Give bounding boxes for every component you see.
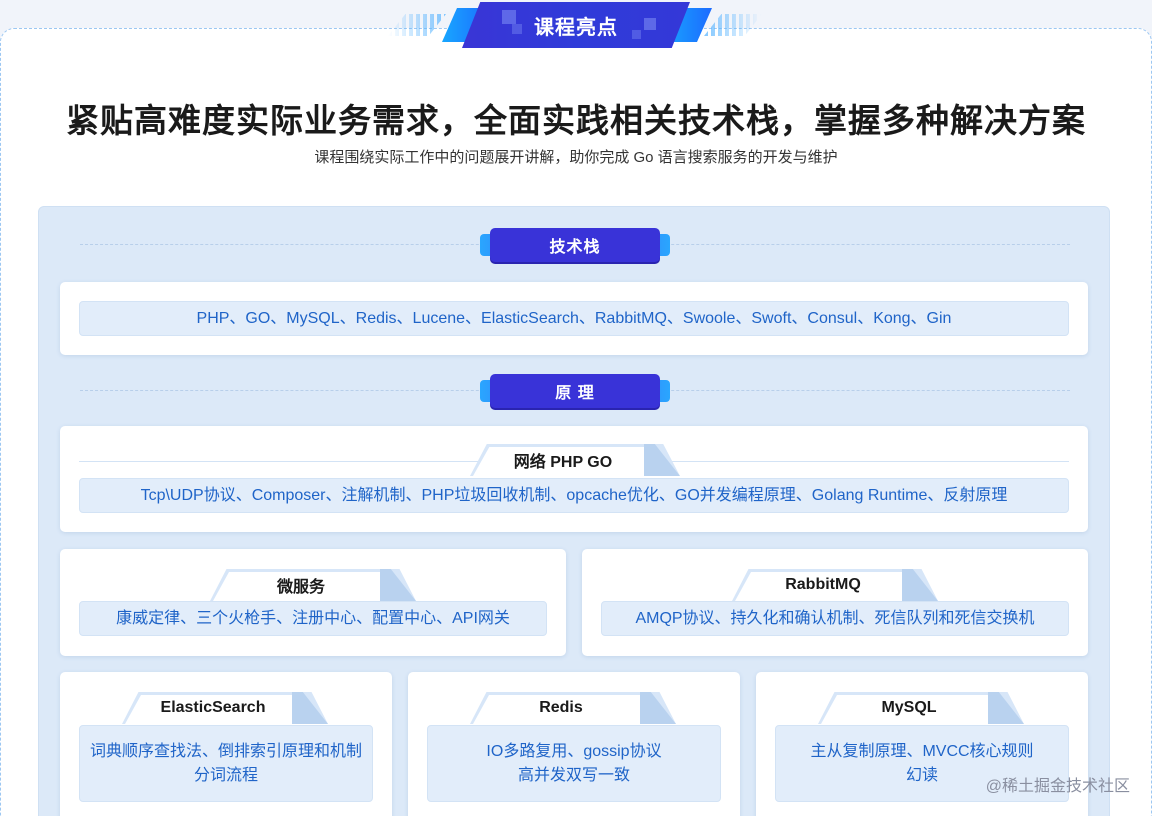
card-text-line: 主从复制原理、MVCC核心规则: [810, 742, 1034, 760]
ribbon-stripes-right: [704, 14, 762, 36]
section-tag-principles: 原 理: [480, 374, 670, 408]
card-tab-network: 网络 PHP GO: [470, 444, 680, 476]
ribbon-title: 课程亮点: [534, 16, 618, 39]
card-tab-microservice: 微服务: [210, 569, 416, 601]
page-subtitle: 课程围绕实际工作中的问题展开讲解，助你完成 Go 语言搜索服务的开发与维护: [314, 149, 838, 166]
card-content-network: Tcp\UDP协议、Composer、注解机制、PHP垃圾回收机制、opcach…: [79, 478, 1069, 513]
section-label-principles: 原 理: [490, 374, 660, 408]
tech-stack-content: PHP、GO、MySQL、Redis、Lucene、ElasticSearch、…: [79, 301, 1069, 336]
card-elasticsearch: ElasticSearch 词典顺序查找法、倒排索引原理和机制 分词流程: [60, 672, 392, 816]
ribbon-stripes-left: [388, 14, 446, 36]
card-text-line: 词典顺序查找法、倒排索引原理和机制: [89, 742, 362, 760]
card-rabbitmq: RabbitMQ AMQP协议、持久化和确认机制、死信队列和死信交换机: [582, 549, 1088, 656]
card-tab-rabbitmq: RabbitMQ: [732, 569, 938, 601]
card-content-redis: IO多路复用、gossip协议 高并发双写一致: [427, 725, 721, 802]
page-headline: 紧贴高难度实际业务需求，全面实践相关技术栈，掌握多种解决方案: [66, 102, 1086, 139]
watermark: @稀土掘金技术社区: [985, 778, 1130, 795]
card-tech-stack: PHP、GO、MySQL、Redis、Lucene、ElasticSearch、…: [60, 282, 1088, 355]
card-tab-redis: Redis: [470, 692, 676, 724]
card-tab-elasticsearch: ElasticSearch: [122, 692, 328, 724]
card-text-line: 幻读: [905, 766, 938, 784]
card-text-line: 分词流程: [193, 766, 258, 784]
section-ribbon: 课程亮点: [0, 0, 1152, 50]
card-title-network: 网络 PHP GO: [513, 454, 613, 471]
card-microservice: 微服务 康威定律、三个火枪手、注册中心、配置中心、API网关: [60, 549, 566, 656]
card-title-rabbitmq: RabbitMQ: [785, 576, 861, 593]
card-content-microservice: 康威定律、三个火枪手、注册中心、配置中心、API网关: [79, 601, 547, 636]
card-title-microservice: 微服务: [276, 579, 325, 596]
card-content-rabbitmq: AMQP协议、持久化和确认机制、死信队列和死信交换机: [601, 601, 1069, 636]
card-redis: Redis IO多路复用、gossip协议 高并发双写一致: [408, 672, 740, 816]
card-text-line: 高并发双写一致: [517, 766, 630, 784]
section-label-tech-stack: 技术栈: [490, 228, 660, 262]
card-network: 网络 PHP GO Tcp\UDP协议、Composer、注解机制、PHP垃圾回…: [60, 426, 1088, 532]
section-tag-tech-stack: 技术栈: [480, 228, 670, 262]
card-title-mysql: MySQL: [881, 699, 937, 716]
card-title-elasticsearch: ElasticSearch: [160, 699, 266, 716]
card-title-redis: Redis: [539, 699, 583, 716]
ribbon-banner: 课程亮点: [462, 2, 690, 48]
card-tab-mysql: MySQL: [818, 692, 1024, 724]
card-content-elasticsearch: 词典顺序查找法、倒排索引原理和机制 分词流程: [79, 725, 373, 802]
card-text-line: IO多路复用、gossip协议: [486, 742, 662, 760]
